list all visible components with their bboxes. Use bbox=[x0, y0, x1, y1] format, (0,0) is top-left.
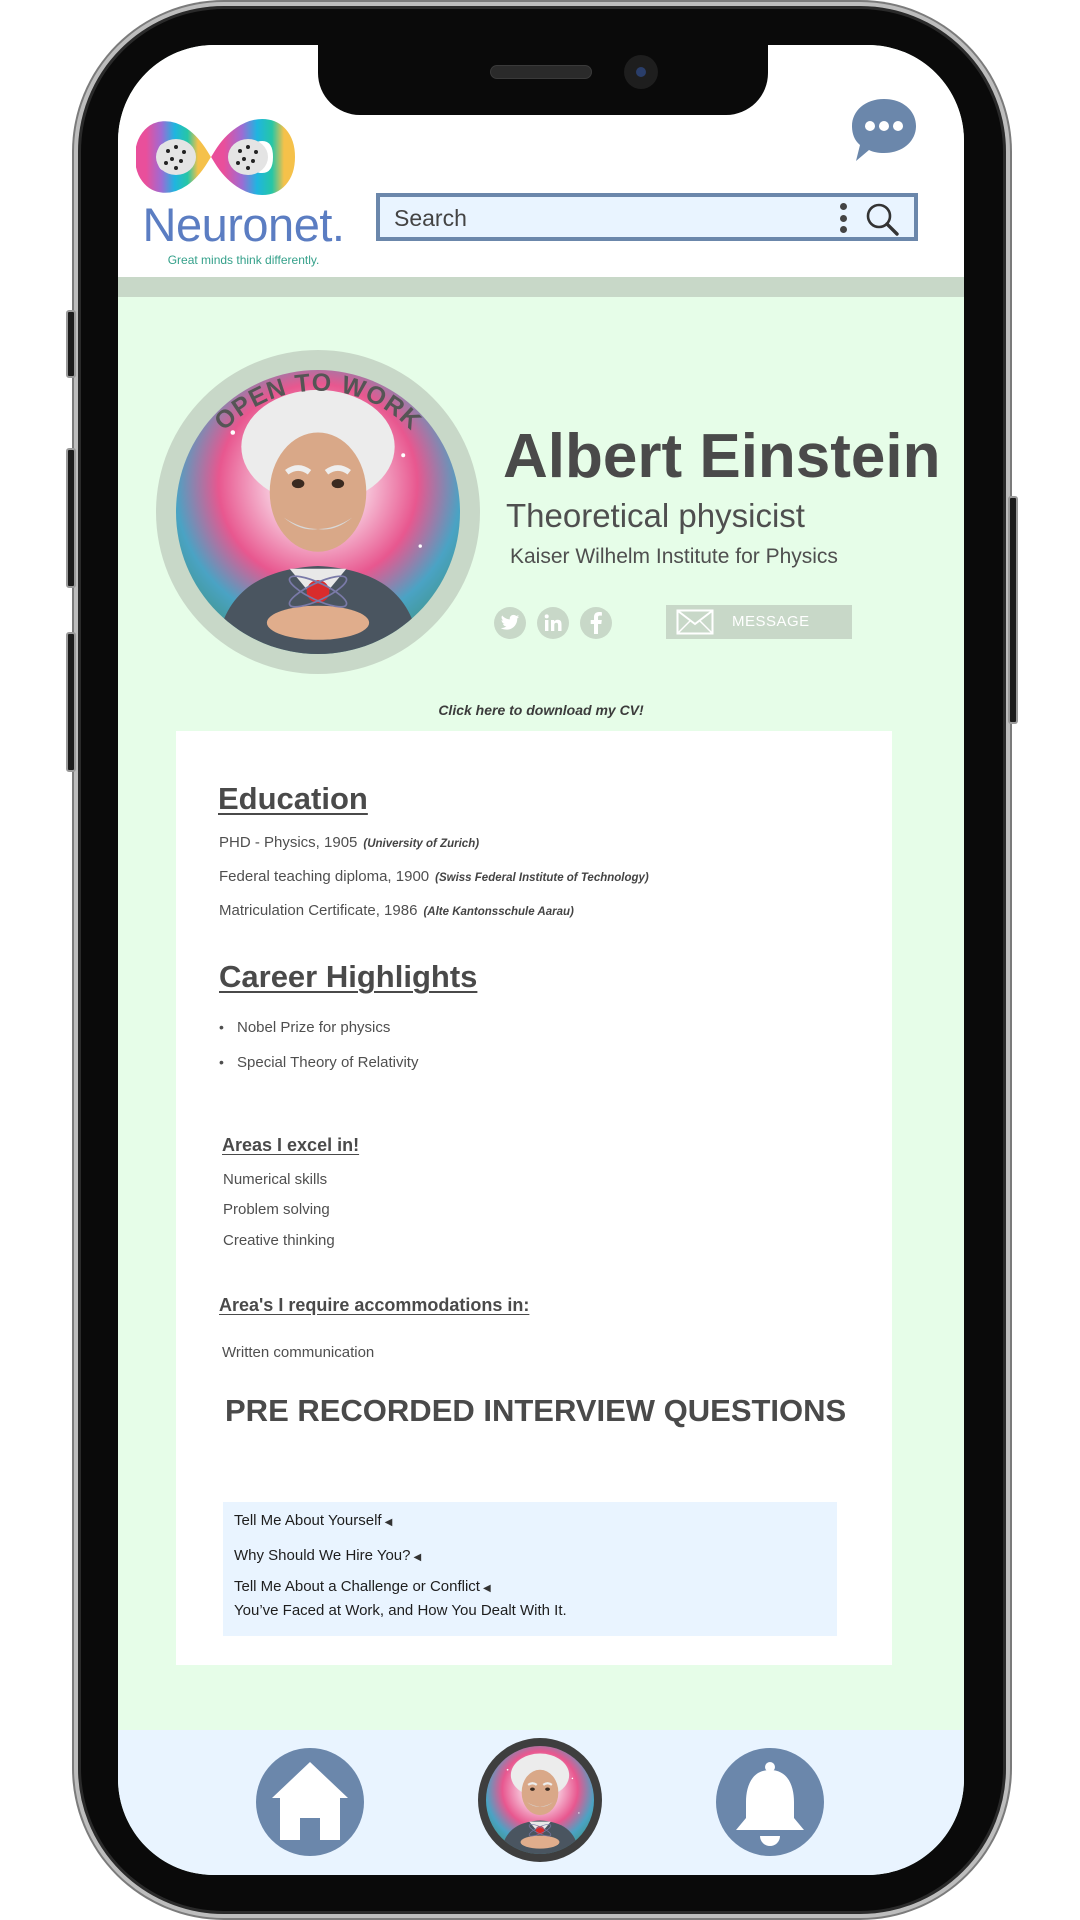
message-button[interactable]: MESSAGE bbox=[666, 605, 852, 639]
download-cv-link[interactable]: Click here to download my CV! bbox=[118, 702, 964, 718]
question-text-continued: You’ve Faced at Work, and How You Dealt … bbox=[234, 1602, 567, 1619]
facebook-icon[interactable] bbox=[580, 607, 612, 639]
svg-text:OPEN TO WORK: OPEN TO WORK bbox=[209, 368, 427, 435]
linkedin-icon[interactable] bbox=[537, 607, 569, 639]
twitter-icon[interactable] bbox=[494, 607, 526, 639]
interview-question[interactable]: Why Should We Hire You? ◀ bbox=[234, 1545, 421, 1569]
accommodations-heading: Area's I require accommodations in: bbox=[219, 1295, 530, 1315]
neuronet-logo[interactable]: Neuronet. Great minds think differently. bbox=[136, 113, 351, 267]
play-icon[interactable]: ◀ bbox=[414, 1552, 422, 1563]
strength-item: Creative thinking bbox=[223, 1232, 335, 1249]
profile-title: Theoretical physicist bbox=[506, 497, 805, 534]
profile-details-card: Education PHD - Physics, 1905 (University… bbox=[176, 731, 892, 1665]
question-text: Why Should We Hire You? bbox=[234, 1547, 411, 1564]
header-divider bbox=[118, 277, 964, 297]
envelope-icon bbox=[676, 609, 714, 635]
education-degree: PHD - Physics, 1905 bbox=[219, 834, 358, 851]
career-item: Special Theory of Relativity bbox=[219, 1054, 418, 1071]
speaker-grille bbox=[490, 65, 592, 79]
nav-home-button[interactable] bbox=[256, 1748, 364, 1856]
home-icon bbox=[272, 1762, 348, 1840]
education-item: Matriculation Certificate, 1986 (Alte Kan… bbox=[219, 902, 574, 919]
question-text: Tell Me About a Challenge or Conflict bbox=[234, 1578, 480, 1595]
nav-notifications-button[interactable] bbox=[716, 1748, 824, 1856]
app-screen: Neuronet. Great minds think differently.… bbox=[118, 45, 964, 1875]
message-button-label: MESSAGE bbox=[732, 613, 810, 630]
mute-switch bbox=[66, 310, 76, 378]
education-institution: (Swiss Federal Institute of Technology) bbox=[435, 872, 649, 884]
brand-name: Neuronet. bbox=[142, 198, 345, 251]
volume-up-button bbox=[66, 448, 76, 588]
bottom-navigation bbox=[118, 1730, 964, 1875]
strengths-heading: Areas I excel in! bbox=[222, 1135, 360, 1155]
bell-icon bbox=[736, 1762, 804, 1846]
notch bbox=[318, 45, 768, 115]
career-heading: Career Highlights bbox=[219, 959, 478, 994]
profile-name: Albert Einstein bbox=[503, 422, 941, 491]
education-heading: Education bbox=[218, 781, 368, 816]
interview-heading: PRE RECORDED INTERVIEW QUESTIONS bbox=[225, 1393, 847, 1428]
profile-organization: Kaiser Wilhelm Institute for Physics bbox=[510, 545, 838, 568]
search-bar[interactable]: Search bbox=[376, 193, 918, 241]
education-item: PHD - Physics, 1905 (University of Zurich… bbox=[219, 834, 479, 851]
nav-profile-button[interactable] bbox=[478, 1738, 602, 1862]
strength-item: Numerical skills bbox=[223, 1171, 328, 1188]
education-degree: Matriculation Certificate, 1986 bbox=[219, 902, 418, 919]
brand-tagline: Great minds think differently. bbox=[167, 253, 320, 267]
strength-item: Problem solving bbox=[223, 1201, 330, 1218]
open-to-work-text: OPEN TO WORK bbox=[209, 368, 426, 435]
search-icon[interactable] bbox=[864, 201, 900, 237]
interview-question[interactable]: Tell Me About a Challenge or Conflict ◀ Y… bbox=[234, 1576, 567, 1622]
accommodation-item: Written communication bbox=[222, 1344, 375, 1361]
education-institution: (Alte Kantonsschule Aarau) bbox=[423, 906, 574, 918]
volume-down-button bbox=[66, 632, 76, 772]
education-institution: (University of Zurich) bbox=[363, 838, 480, 850]
chat-icon[interactable] bbox=[848, 95, 920, 165]
interview-question[interactable]: Tell Me About Yourself ◀ bbox=[234, 1510, 392, 1534]
infinity-logo-icon bbox=[136, 119, 296, 195]
search-input[interactable]: Search bbox=[394, 205, 467, 232]
power-button bbox=[1008, 496, 1018, 724]
profile-avatar bbox=[486, 1746, 594, 1854]
question-text: Tell Me About Yourself bbox=[234, 1512, 382, 1529]
education-degree: Federal teaching diploma, 1900 bbox=[219, 868, 430, 885]
education-item: Federal teaching diploma, 1900 (Swiss Fed… bbox=[219, 868, 649, 885]
career-item: Nobel Prize for physics bbox=[219, 1019, 390, 1036]
play-icon[interactable]: ◀ bbox=[483, 1583, 491, 1594]
interview-questions-list: Tell Me About Yourself ◀ Why Should We Hi… bbox=[223, 1502, 837, 1636]
open-to-work-badge: OPEN TO WORK bbox=[209, 368, 427, 435]
front-camera bbox=[624, 55, 658, 89]
play-icon[interactable]: ◀ bbox=[385, 1517, 393, 1528]
more-options-icon[interactable] bbox=[840, 203, 848, 233]
